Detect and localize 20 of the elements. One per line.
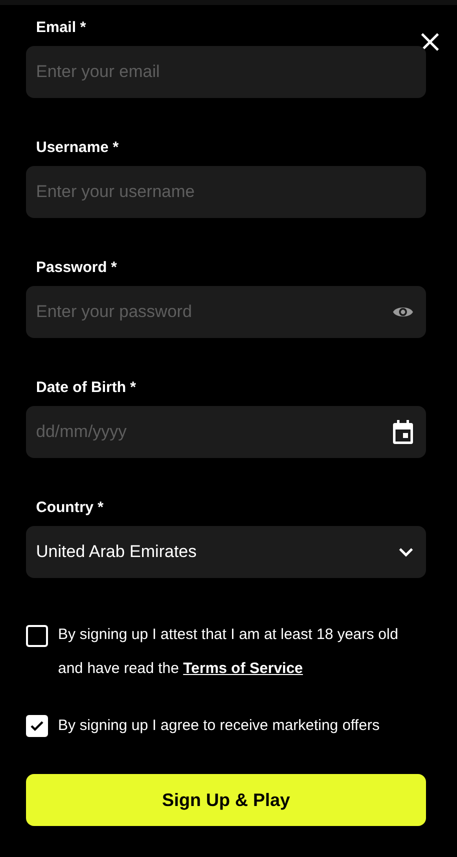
input-field[interactable]: Enter your username [26,166,426,218]
checkbox[interactable] [26,625,48,647]
field-label: Country * [36,498,104,518]
input-field[interactable]: Enter your email [26,46,426,98]
country-select[interactable]: United Arab Emirates [26,526,426,578]
calendar-icon[interactable] [392,420,414,444]
password-field[interactable]: Enter your password [26,286,426,338]
consent-text: By signing up I attest that I am at least 18 years old and have read the Terms of Service [58,625,400,679]
field-label: Email * [36,18,88,38]
sign-up-button[interactable]: Sign Up & Play [26,774,426,826]
close-icon[interactable] [420,32,440,52]
date-field[interactable]: dd/mm/yyyy [26,406,426,458]
checkmark-icon [30,720,44,732]
consent-text: By signing up I agree to receive marketing offers [58,716,381,736]
checkbox[interactable] [26,715,48,737]
field-label: Username * [36,138,120,158]
field-label: Password * [36,258,118,278]
terms-link[interactable]: Terms of Service [183,660,303,677]
chevron-down-icon [398,547,414,557]
field-label: Date of Birth * [36,378,138,398]
